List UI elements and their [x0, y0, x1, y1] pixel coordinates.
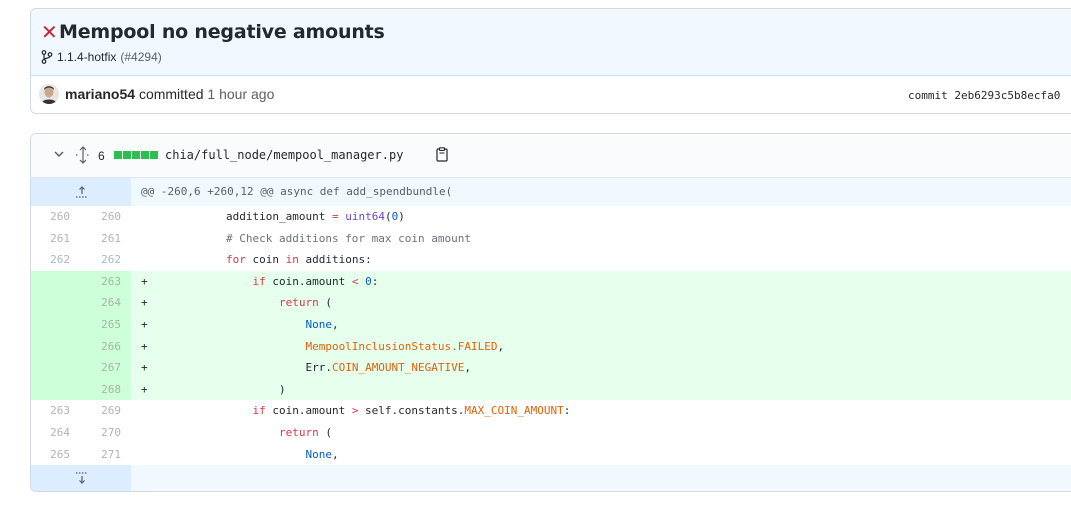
code-text: None,: [173, 317, 339, 331]
old-line-number[interactable]: 265: [31, 444, 70, 466]
new-line-number[interactable]: 264: [70, 292, 121, 314]
code-text: # Check additions for max coin amount: [173, 231, 472, 245]
expand-up-button[interactable]: [31, 178, 131, 206]
diff-sign: +: [141, 339, 148, 353]
diff-line-added: 265 + None,: [31, 313, 1071, 336]
diff-line: 262 262 for coin in additions:: [31, 249, 1071, 271]
code-text: Err.COIN_AMOUNT_NEGATIVE,: [173, 361, 472, 375]
pr-link[interactable]: (#4294): [120, 50, 161, 64]
hunk-footer: [31, 465, 1071, 491]
diff-sign: [131, 206, 173, 228]
new-line-number[interactable]: 260: [70, 206, 121, 228]
diff-lines: 260 260 addition_amount = uint64(0) 261 …: [31, 206, 1071, 465]
close-icon[interactable]: ✕: [41, 23, 58, 43]
code-text: if coin.amount > self.constants.MAX_COIN…: [173, 404, 571, 418]
chevron-down-icon[interactable]: [53, 148, 65, 160]
expand-down-icon: [76, 472, 88, 484]
avatar[interactable]: [39, 84, 59, 104]
commit-verb: committed: [138, 86, 204, 102]
code-text: return (: [173, 425, 332, 439]
diff-line-added: 263 + if coin.amount < 0:: [31, 270, 1071, 293]
diff-sign: +: [141, 296, 148, 310]
hunk-header-text: @@ -260,6 +260,12 @@ async def add_spend…: [141, 185, 453, 198]
code-text: if coin.amount < 0:: [173, 274, 379, 288]
diffstat: [114, 151, 158, 159]
branch-info: 1.1.4-hotfix (#4294): [41, 50, 162, 64]
old-line-number[interactable]: [31, 335, 70, 358]
code-text: None,: [173, 447, 339, 461]
new-line-number[interactable]: 262: [70, 249, 121, 271]
branch-icon: [41, 50, 53, 64]
author-line: mariano54 committed 1 hour ago: [65, 86, 274, 102]
file-diff: 6 chia/full_node/mempool_manager.py @@ -…: [30, 133, 1071, 492]
file-header: 6 chia/full_node/mempool_manager.py: [31, 134, 1071, 178]
diff-line-added: 268 + ): [31, 378, 1071, 401]
diff-sign: +: [141, 274, 148, 288]
author-link[interactable]: mariano54: [65, 86, 135, 102]
diff-line: 260 260 addition_amount = uint64(0): [31, 206, 1071, 228]
commit-header: ✕ Mempool no negative amounts 1.1.4-hotf…: [31, 9, 1071, 76]
commit-title[interactable]: Mempool no negative amounts: [59, 21, 385, 43]
diff-sign: [131, 444, 173, 466]
diff-sign: [131, 422, 173, 444]
new-line-number[interactable]: 265: [70, 313, 121, 336]
diff-sign: +: [141, 382, 148, 396]
new-line-number[interactable]: 268: [70, 378, 121, 401]
new-line-number[interactable]: 267: [70, 357, 121, 379]
code-text: MempoolInclusionStatus.FAILED,: [173, 339, 505, 353]
old-line-number[interactable]: 261: [31, 228, 70, 250]
branch-name[interactable]: 1.1.4-hotfix: [57, 50, 116, 64]
old-line-number[interactable]: [31, 357, 70, 379]
new-line-number[interactable]: 269: [70, 400, 121, 422]
new-line-number[interactable]: 270: [70, 422, 121, 444]
commit-sha[interactable]: commit 2eb6293c5b8ecfa0: [908, 89, 1060, 102]
diff-line: 263 269 if coin.amount > self.constants.…: [31, 400, 1071, 422]
code-text: return (: [173, 296, 332, 310]
diff-sign: [131, 249, 173, 271]
old-line-number[interactable]: [31, 270, 70, 293]
code-text: for coin in additions:: [173, 253, 372, 267]
diff-sign: [131, 228, 173, 250]
new-line-number[interactable]: 263: [70, 270, 121, 293]
commit-meta: mariano54 committed 1 hour ago commit 2e…: [31, 76, 1071, 113]
diff-line-added: 266 + MempoolInclusionStatus.FAILED,: [31, 335, 1071, 358]
change-count: 6: [98, 149, 105, 163]
old-line-number[interactable]: 264: [31, 422, 70, 444]
hunk-header: @@ -260,6 +260,12 @@ async def add_spend…: [31, 178, 1071, 206]
file-path[interactable]: chia/full_node/mempool_manager.py: [165, 148, 403, 162]
diff-line-added: 264 + return (: [31, 292, 1071, 314]
code-text: ): [173, 382, 286, 396]
diff-sign: +: [141, 361, 148, 375]
diff-line: 264 270 return (: [31, 422, 1071, 444]
diff-sign: +: [141, 317, 148, 331]
diff-line: 261 261 # Check additions for max coin a…: [31, 228, 1071, 250]
diff-line-added: 267 + Err.COIN_AMOUNT_NEGATIVE,: [31, 357, 1071, 379]
commit-summary: ✕ Mempool no negative amounts 1.1.4-hotf…: [30, 8, 1071, 114]
copy-icon[interactable]: [436, 147, 448, 162]
old-line-number[interactable]: 263: [31, 400, 70, 422]
old-line-number[interactable]: [31, 313, 70, 336]
expand-all-icon[interactable]: [75, 146, 91, 164]
commit-time: 1 hour ago: [207, 86, 275, 102]
expand-down-button[interactable]: [31, 465, 131, 491]
diff-sign: [131, 400, 173, 422]
expand-up-icon: [76, 186, 88, 198]
diff-line: 265 271 None,: [31, 444, 1071, 466]
old-line-number[interactable]: [31, 378, 70, 401]
new-line-number[interactable]: 271: [70, 444, 121, 466]
code-text: addition_amount = uint64(0): [173, 210, 405, 223]
old-line-number[interactable]: 262: [31, 249, 70, 271]
old-line-number[interactable]: [31, 292, 70, 314]
old-line-number[interactable]: 260: [31, 206, 70, 228]
new-line-number[interactable]: 266: [70, 335, 121, 358]
new-line-number[interactable]: 261: [70, 228, 121, 250]
